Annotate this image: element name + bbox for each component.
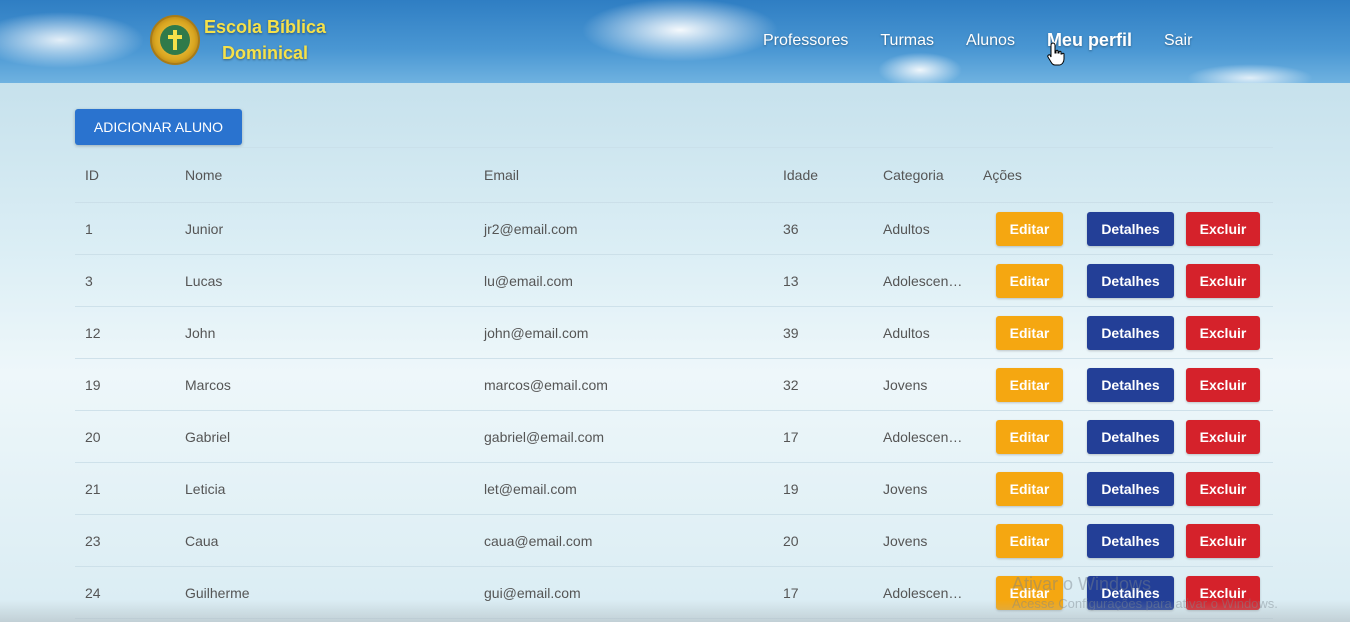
bottom-fade — [0, 600, 1350, 622]
navbar: Escola Bíblica Dominical Professores Tur… — [0, 0, 1350, 83]
delete-button[interactable]: Excluir — [1186, 315, 1260, 350]
nav-alunos[interactable]: Alunos — [966, 32, 1015, 50]
cell-nome: Guilherme — [185, 584, 250, 601]
delete-button[interactable]: Excluir — [1186, 523, 1260, 558]
row-actions: Editar Detalhes Excluir — [983, 419, 1260, 454]
table-row: 21 Leticia let@email.com 19 Jovens Editar Deta… — [75, 463, 1273, 515]
delete-button[interactable]: Excluir — [1186, 367, 1260, 402]
cell-categoria: Adolescentes — [883, 584, 968, 601]
table-row: 20 Gabriel gabriel@email.com 17 Adolescentes… — [75, 411, 1273, 463]
hand-cursor-icon — [1047, 42, 1065, 66]
cell-email: john@email.com — [484, 324, 589, 341]
table-row: 3 Lucas lu@email.com 13 Adolescentes Editar De… — [75, 255, 1273, 307]
cell-idade: 17 — [783, 584, 799, 601]
table-body: 1 Junior jr2@email.com 36 Adultos Editar Detal… — [75, 203, 1273, 619]
cell-categoria: Adolescentes — [883, 272, 968, 289]
nav-professores[interactable]: Professores — [763, 32, 848, 50]
details-button[interactable]: Detalhes — [1087, 523, 1174, 558]
cell-id: 20 — [85, 428, 101, 445]
header-acoes: Ações — [983, 167, 1022, 183]
students-table: ID Nome Email Idade Categoria Ações 1 Jun… — [75, 147, 1273, 619]
cell-idade: 13 — [783, 272, 799, 289]
details-button[interactable]: Detalhes — [1087, 471, 1174, 506]
delete-button[interactable]: Excluir — [1186, 419, 1260, 454]
details-button[interactable]: Detalhes — [1087, 367, 1174, 402]
brand-line1: Escola Bíblica — [204, 17, 327, 37]
cell-email: marcos@email.com — [484, 376, 608, 393]
table-row: 23 Caua caua@email.com 20 Jovens Editar Detalh… — [75, 515, 1273, 567]
cell-email: lu@email.com — [484, 272, 573, 289]
cell-nome: John — [185, 324, 216, 341]
cell-idade: 36 — [783, 220, 799, 237]
cell-nome: Gabriel — [185, 428, 231, 445]
cell-categoria: Adultos — [883, 220, 930, 237]
cell-id: 3 — [85, 272, 93, 289]
header-id: ID — [85, 167, 99, 183]
row-actions: Editar Detalhes Excluir — [983, 315, 1260, 350]
cell-id: 1 — [85, 220, 93, 237]
cell-id: 12 — [85, 324, 101, 341]
cell-idade: 39 — [783, 324, 799, 341]
watermark-title: Ativar o Windows — [1012, 574, 1152, 594]
edit-button[interactable]: Editar — [996, 419, 1063, 454]
cell-nome: Junior — [185, 220, 224, 237]
table-row: 12 John john@email.com 39 Adultos Editar Detal… — [75, 307, 1273, 359]
edit-button[interactable]: Editar — [996, 263, 1063, 298]
edit-button[interactable]: Editar — [996, 211, 1063, 246]
brand-line2: Dominical — [222, 43, 309, 63]
header-categoria: Categoria — [883, 167, 944, 183]
logo-icon — [150, 15, 200, 65]
row-actions: Editar Detalhes Excluir — [983, 263, 1260, 298]
main-nav: Professores Turmas Alunos Meu perfil Sai… — [763, 30, 1224, 51]
cell-idade: 32 — [783, 376, 799, 393]
cell-id: 24 — [85, 584, 101, 601]
edit-button[interactable]: Editar — [996, 315, 1063, 350]
header-email: Email — [484, 167, 520, 183]
row-actions: Editar Detalhes Excluir — [983, 211, 1260, 246]
nav-turmas[interactable]: Turmas — [880, 32, 934, 50]
cell-idade: 19 — [783, 480, 799, 497]
cell-categoria: Jovens — [883, 376, 928, 393]
edit-button[interactable]: Editar — [996, 471, 1063, 506]
cell-email: let@email.com — [484, 480, 577, 497]
cell-email: jr2@email.com — [484, 220, 578, 237]
details-button[interactable]: Detalhes — [1087, 263, 1174, 298]
row-actions: Editar Detalhes Excluir — [983, 523, 1260, 558]
cell-categoria: Adultos — [883, 324, 930, 341]
table-header: ID Nome Email Idade Categoria Ações — [75, 148, 1273, 203]
cell-id: 23 — [85, 532, 101, 549]
delete-button[interactable]: Excluir — [1186, 471, 1260, 506]
table-row: 19 Marcos marcos@email.com 32 Jovens Editar De… — [75, 359, 1273, 411]
cell-idade: 20 — [783, 532, 799, 549]
edit-button[interactable]: Editar — [996, 523, 1063, 558]
nav-sair[interactable]: Sair — [1164, 32, 1192, 50]
add-student-button[interactable]: ADICIONAR ALUNO — [75, 109, 242, 145]
cell-email: caua@email.com — [484, 532, 593, 549]
details-button[interactable]: Detalhes — [1087, 419, 1174, 454]
cell-categoria: Adolescentes — [883, 428, 968, 445]
row-actions: Editar Detalhes Excluir — [983, 367, 1260, 402]
details-button[interactable]: Detalhes — [1087, 211, 1174, 246]
brand-name: Escola Bíblica Dominical — [204, 14, 326, 66]
brand-link[interactable]: Escola Bíblica Dominical — [150, 14, 326, 66]
cell-email: gui@email.com — [484, 584, 581, 601]
cell-categoria: Jovens — [883, 532, 928, 549]
cell-nome: Caua — [185, 532, 219, 549]
edit-button[interactable]: Editar — [996, 367, 1063, 402]
cell-id: 19 — [85, 376, 101, 393]
cell-nome: Leticia — [185, 480, 226, 497]
delete-button[interactable]: Excluir — [1186, 211, 1260, 246]
header-nome: Nome — [185, 167, 223, 183]
row-actions: Editar Detalhes Excluir — [983, 471, 1260, 506]
cell-idade: 17 — [783, 428, 799, 445]
cell-nome: Lucas — [185, 272, 223, 289]
header-idade: Idade — [783, 167, 819, 183]
delete-button[interactable]: Excluir — [1186, 263, 1260, 298]
details-button[interactable]: Detalhes — [1087, 315, 1174, 350]
table-row: 1 Junior jr2@email.com 36 Adultos Editar Detal… — [75, 203, 1273, 255]
cell-email: gabriel@email.com — [484, 428, 605, 445]
cell-nome: Marcos — [185, 376, 231, 393]
cell-id: 21 — [85, 480, 101, 497]
cell-categoria: Jovens — [883, 480, 928, 497]
